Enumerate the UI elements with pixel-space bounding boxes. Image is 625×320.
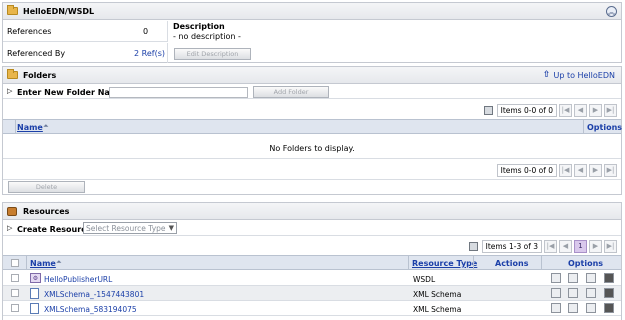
copy-icon[interactable]: [568, 288, 578, 298]
up-arrow-icon: ⇧: [542, 70, 551, 80]
copy-icon[interactable]: [568, 273, 578, 283]
resources-col-options: Options: [568, 259, 604, 268]
add-folder-button[interactable]: Add Folder: [253, 86, 329, 98]
move-icon[interactable]: [586, 273, 596, 283]
page-title: HelloEDN/WSDL: [23, 6, 95, 16]
row-checkbox[interactable]: [11, 289, 19, 297]
new-folder-input[interactable]: [109, 87, 248, 98]
resource-name-link[interactable]: XMLSchema_-1547443801: [44, 290, 144, 299]
resources-grid-header: Name ⏶ Resource Type Actions Options: [3, 255, 621, 270]
items-count: Items 1-3 of 3: [481, 239, 542, 253]
description-label: Description: [173, 22, 225, 31]
select-all-checkbox[interactable]: [11, 259, 19, 267]
first-page-icon[interactable]: |◀: [544, 239, 557, 253]
references-row: References 0: [3, 21, 168, 42]
description-value: - no description -: [173, 32, 241, 41]
panel-header: HelloEDN/WSDL: [3, 3, 621, 20]
copy-icon[interactable]: [568, 303, 578, 313]
resources-col-type[interactable]: Resource Type: [412, 259, 477, 268]
empty-row: No Folders to display.: [3, 135, 621, 159]
last-page-icon[interactable]: ▶|: [604, 239, 617, 253]
resources-pager: Items 1-3 of 3 |◀ ◀ 1 ▶ ▶|: [468, 239, 617, 253]
table-row[interactable]: XMLSchema_-1547443801 XML Schema: [3, 286, 621, 301]
first-page-icon[interactable]: |◀: [559, 163, 572, 177]
row-checkbox[interactable]: [11, 274, 19, 282]
move-icon[interactable]: [586, 288, 596, 298]
references-value: 0: [143, 27, 149, 36]
rename-icon[interactable]: [551, 303, 561, 313]
move-icon[interactable]: [586, 303, 596, 313]
resource-type-placeholder: Select Resource Type: [86, 223, 166, 233]
folder-icon: [7, 5, 18, 15]
collapse-icon[interactable]: ︽: [606, 6, 617, 17]
folders-title: Folders: [23, 70, 57, 80]
sort-asc-icon[interactable]: ⏶: [56, 258, 62, 267]
resource-name-link[interactable]: XMLSchema_583194075: [44, 305, 137, 314]
resource-info-panel: HelloEDN/WSDL ︽ References 0 Referenced …: [2, 2, 622, 63]
xml-file-icon: [30, 303, 39, 314]
resource-type-select[interactable]: Select Resource Type ▼: [83, 222, 177, 234]
first-page-icon[interactable]: |◀: [559, 103, 572, 117]
empty-message: No Folders to display.: [269, 144, 355, 153]
folders-grid-header: Name ⏶ Options: [3, 119, 623, 134]
resources-col-actions: Actions: [495, 259, 529, 268]
folders-pager-bottom: Items 0-0 of 0 |◀ ◀ ▶ ▶|: [496, 163, 617, 177]
folders-panel: Folders ⇧ Up to HelloEDN ▷ Enter New Fol…: [2, 66, 622, 195]
resources-header: Resources: [3, 203, 621, 220]
delete-icon[interactable]: [604, 288, 614, 298]
prev-page-icon[interactable]: ◀: [559, 239, 572, 253]
up-link[interactable]: ⇧ Up to HelloEDN: [543, 70, 615, 80]
new-folder-row: ▷ Enter New Folder Name: Add Folder: [3, 85, 621, 99]
resource-type: WSDL: [413, 275, 436, 284]
rename-icon[interactable]: [551, 273, 561, 283]
create-resource-row: ▷ Create Resource: Select Resource Type …: [3, 221, 621, 236]
sort-asc-icon[interactable]: ⏶: [43, 122, 49, 131]
row-checkbox[interactable]: [11, 304, 19, 312]
folders-col-options: Options: [587, 123, 623, 132]
resources-col-name[interactable]: Name: [30, 259, 56, 268]
delete-button[interactable]: Delete: [8, 181, 85, 193]
expand-arrow-icon: ▷: [7, 87, 13, 95]
resources-title: Resources: [23, 206, 70, 216]
last-page-icon[interactable]: ▶|: [604, 103, 617, 117]
xml-file-icon: [30, 288, 39, 299]
folders-header: Folders: [3, 67, 621, 84]
chevron-down-icon: ▼: [168, 224, 174, 232]
prev-page-icon[interactable]: ◀: [574, 103, 587, 117]
folders-col-name[interactable]: Name: [17, 123, 43, 132]
referenced-by-row: Referenced By 2 Ref(s): [3, 43, 168, 63]
resource-name-link[interactable]: HelloPublisherURL: [44, 275, 112, 284]
table-row[interactable]: XMLSchema_583194075 XML Schema: [3, 301, 621, 316]
references-label: References: [7, 27, 52, 36]
wsdl-icon: ⚙: [30, 273, 41, 283]
resource-type: XML Schema: [413, 305, 462, 314]
referenced-by-link[interactable]: 2 Ref(s): [134, 49, 165, 58]
folders-pager: Items 0-0 of 0 |◀ ◀ ▶ ▶|: [483, 103, 617, 117]
resources-icon: [7, 206, 17, 216]
resource-type: XML Schema: [413, 290, 462, 299]
page-view-icon: [468, 241, 478, 251]
expand-arrow-icon: ▷: [7, 224, 13, 232]
delete-icon[interactable]: [604, 303, 614, 313]
up-link-label: Up to HelloEDN: [553, 70, 615, 80]
items-count: Items 0-0 of 0: [496, 103, 557, 117]
next-page-icon[interactable]: ▶: [589, 239, 602, 253]
delete-icon[interactable]: [604, 273, 614, 283]
edit-description-button[interactable]: Edit Description: [174, 48, 251, 60]
items-count: Items 0-0 of 0: [496, 163, 557, 177]
last-page-icon[interactable]: ▶|: [604, 163, 617, 177]
page-view-icon: [483, 105, 493, 115]
table-row[interactable]: ⚙ HelloPublisherURL WSDL: [3, 271, 621, 286]
next-page-icon[interactable]: ▶: [589, 163, 602, 177]
referenced-by-label: Referenced By: [7, 49, 66, 58]
next-page-icon[interactable]: ▶: [589, 103, 602, 117]
prev-page-icon[interactable]: ◀: [574, 163, 587, 177]
current-page[interactable]: 1: [574, 239, 587, 253]
folder-icon: [7, 69, 18, 79]
resources-panel: Resources ▷ Create Resource: Select Reso…: [2, 202, 622, 320]
rename-icon[interactable]: [551, 288, 561, 298]
